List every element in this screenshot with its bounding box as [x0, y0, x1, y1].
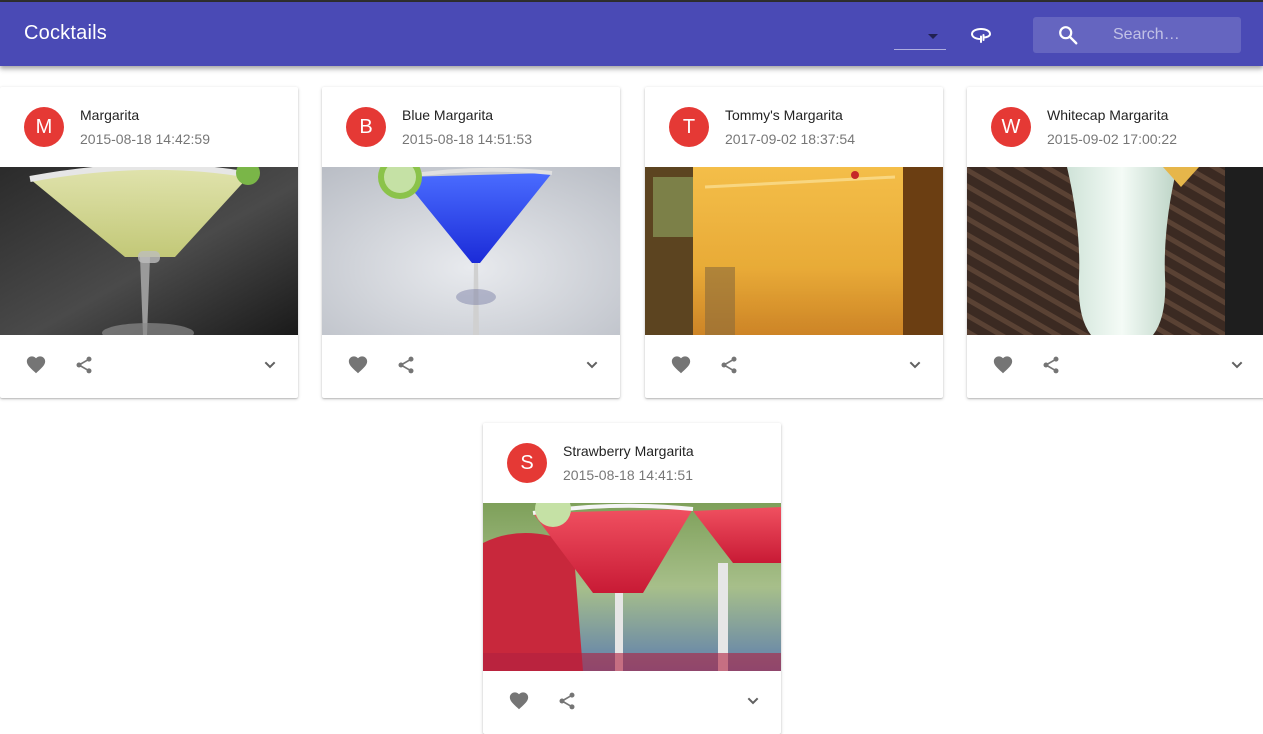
- favorite-button[interactable]: [667, 351, 695, 379]
- card-title: Whitecap Margarita: [1047, 107, 1169, 123]
- expand-button[interactable]: [1223, 351, 1251, 379]
- cocktail-card: B Blue Margarita 2015-08-18 14:51:53: [322, 87, 620, 398]
- card-date: 2015-08-18 14:41:51: [563, 467, 693, 483]
- share-icon: [559, 692, 575, 710]
- card-actions: [645, 335, 943, 398]
- cocktail-card: S Strawberry Margarita 2015-08-18 14:41:…: [483, 423, 781, 734]
- avatar: S: [507, 443, 547, 483]
- heart-icon: [348, 356, 368, 374]
- dropdown-arrow-icon: [928, 34, 938, 39]
- favorite-button[interactable]: [505, 687, 533, 715]
- avatar: B: [346, 107, 386, 147]
- card-header: S Strawberry Margarita 2015-08-18 14:41:…: [483, 423, 781, 503]
- card-title: Margarita: [80, 107, 140, 123]
- search-icon: [1059, 26, 1078, 45]
- loop-button[interactable]: [964, 20, 998, 50]
- card-title: Strawberry Margarita: [563, 443, 694, 459]
- card-header: M Margarita 2015-08-18 14:42:59: [0, 87, 298, 167]
- card-actions: [967, 335, 1263, 398]
- expand-button[interactable]: [256, 351, 284, 379]
- cocktail-image: [967, 167, 1263, 335]
- share-icon: [721, 356, 737, 374]
- card-actions: [483, 671, 781, 734]
- cocktail-card: M Margarita 2015-08-18 14:42:59: [0, 87, 298, 398]
- card-date: 2015-08-18 14:42:59: [80, 131, 210, 147]
- app-title: Cocktails: [24, 22, 107, 44]
- card-title: Blue Margarita: [402, 107, 494, 123]
- expand-button[interactable]: [901, 351, 929, 379]
- favorite-button[interactable]: [344, 351, 372, 379]
- cocktail-image: [645, 167, 943, 335]
- card-date: 2015-09-02 17:00:22: [1047, 131, 1177, 147]
- share-button[interactable]: [553, 687, 581, 715]
- expand-button[interactable]: [578, 351, 606, 379]
- share-button[interactable]: [70, 351, 98, 379]
- share-icon: [76, 356, 92, 374]
- search-input[interactable]: [1113, 17, 1233, 53]
- avatar: T: [669, 107, 709, 147]
- share-button[interactable]: [392, 351, 420, 379]
- chevron-down-icon: [909, 361, 921, 369]
- cocktail-image: [0, 167, 298, 335]
- app-bar: Cocktails: [0, 2, 1263, 66]
- card-title: Tommy's Margarita: [725, 107, 843, 123]
- expand-button[interactable]: [739, 687, 767, 715]
- share-button[interactable]: [1037, 351, 1065, 379]
- heart-icon: [671, 356, 691, 374]
- heart-icon: [993, 356, 1013, 374]
- chevron-down-icon: [747, 697, 759, 705]
- favorite-button[interactable]: [989, 351, 1017, 379]
- card-date: 2015-08-18 14:51:53: [402, 131, 532, 147]
- heart-icon: [509, 692, 529, 710]
- chevron-down-icon: [1231, 361, 1243, 369]
- card-actions: [0, 335, 298, 398]
- cocktail-image: [322, 167, 620, 335]
- heart-icon: [26, 356, 46, 374]
- share-icon: [1043, 356, 1059, 374]
- chevron-down-icon: [264, 361, 276, 369]
- card-actions: [322, 335, 620, 398]
- share-icon: [398, 356, 414, 374]
- card-header: W Whitecap Margarita 2015-09-02 17:00:22: [967, 87, 1263, 167]
- chevron-down-icon: [586, 361, 598, 369]
- avatar: M: [24, 107, 64, 147]
- cocktail-card: T Tommy's Margarita 2017-09-02 18:37:54: [645, 87, 943, 398]
- loop-icon: [970, 27, 992, 43]
- favorite-button[interactable]: [22, 351, 50, 379]
- cocktail-card: W Whitecap Margarita 2015-09-02 17:00:22: [967, 87, 1263, 398]
- card-header: T Tommy's Margarita 2017-09-02 18:37:54: [645, 87, 943, 167]
- card-header: B Blue Margarita 2015-08-18 14:51:53: [322, 87, 620, 167]
- search-box[interactable]: [1033, 17, 1241, 53]
- share-button[interactable]: [715, 351, 743, 379]
- filter-select[interactable]: [894, 22, 946, 50]
- avatar: W: [991, 107, 1031, 147]
- card-date: 2017-09-02 18:37:54: [725, 131, 855, 147]
- cocktail-image: [483, 503, 781, 671]
